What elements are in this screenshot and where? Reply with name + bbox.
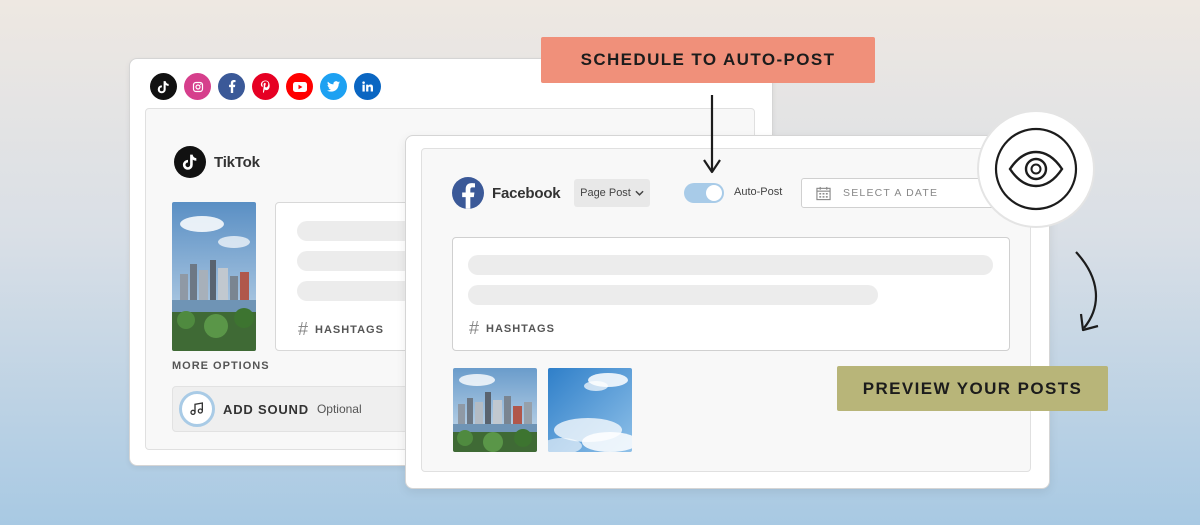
schedule-callout: SCHEDULE TO AUTO-POST bbox=[541, 37, 875, 83]
preview-callout: PREVIEW YOUR POSTS bbox=[837, 366, 1108, 411]
arrow-down-to-toggle bbox=[703, 95, 721, 174]
eye-icon bbox=[994, 127, 1078, 211]
arrow-curved-to-preview bbox=[1075, 251, 1099, 332]
preview-eye-button[interactable] bbox=[977, 110, 1095, 228]
